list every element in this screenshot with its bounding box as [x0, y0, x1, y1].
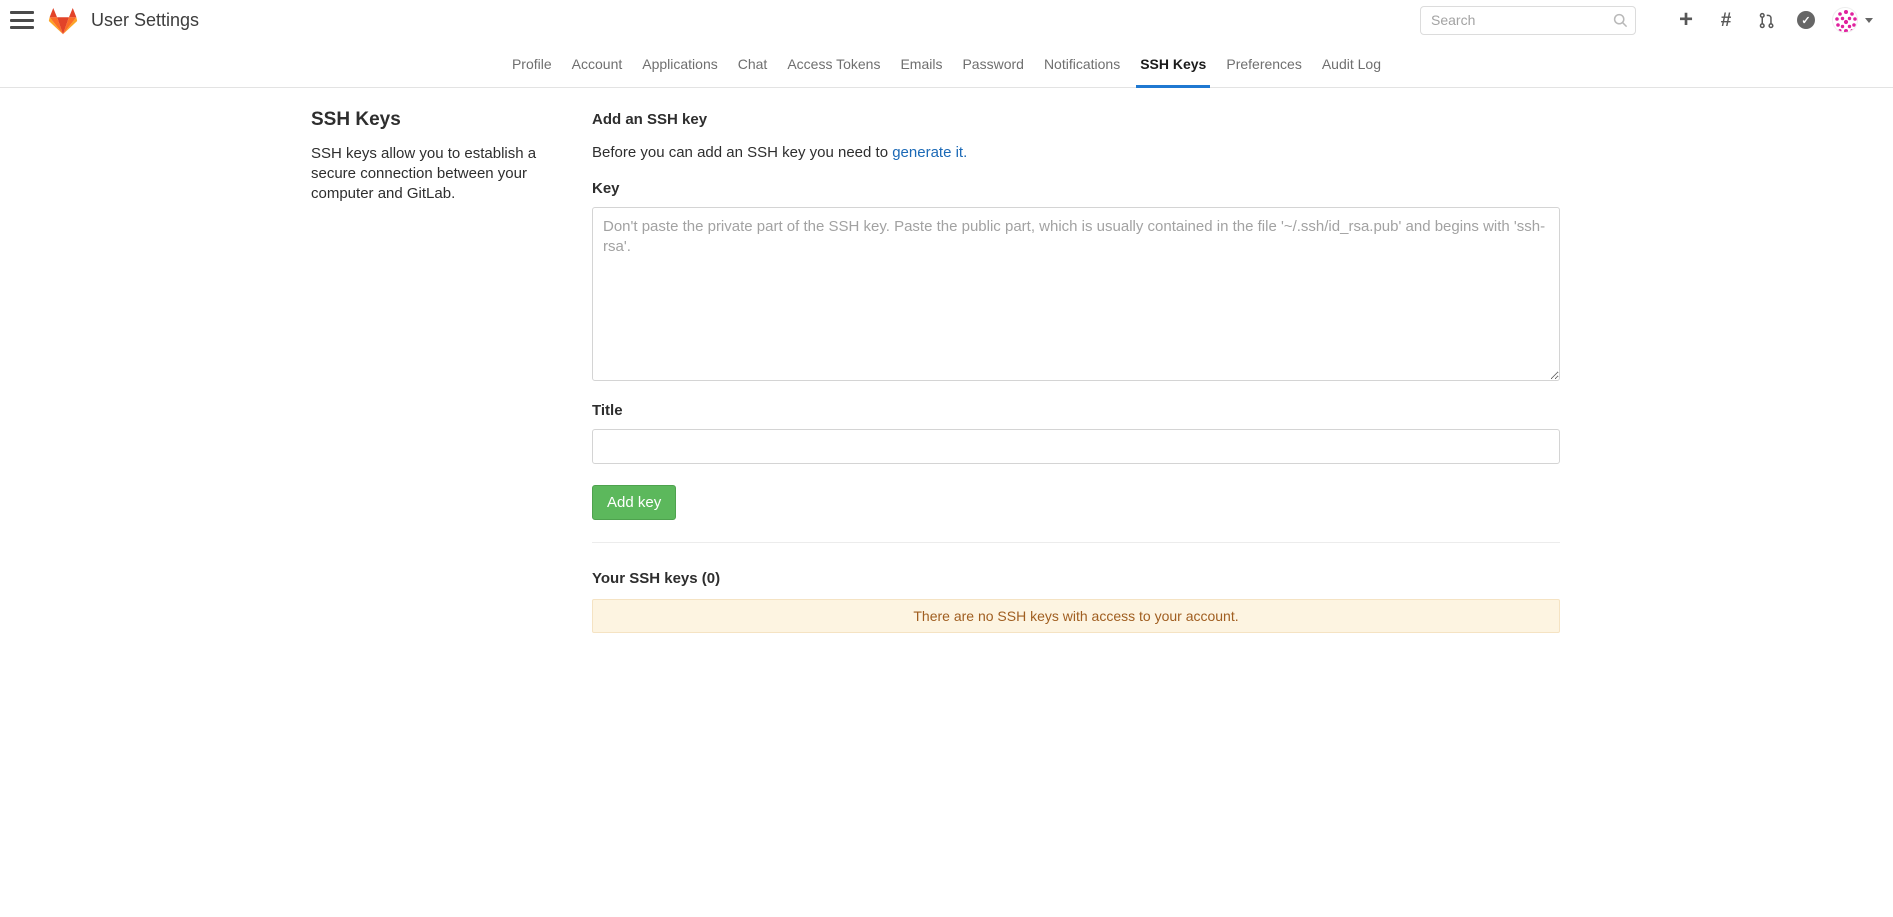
- generate-it-link[interactable]: generate it.: [892, 144, 967, 161]
- key-textarea[interactable]: [592, 207, 1560, 381]
- add-key-button[interactable]: Add key: [592, 485, 676, 520]
- tab-applications[interactable]: Applications: [632, 40, 728, 87]
- merge-request-icon[interactable]: [1746, 12, 1786, 29]
- title-field-group: Title: [592, 402, 1560, 464]
- generate-key-hint: Before you can add an SSH key you need t…: [592, 144, 1560, 161]
- key-label: Key: [592, 180, 1560, 197]
- key-field-group: Key: [592, 180, 1560, 381]
- tab-chat[interactable]: Chat: [728, 40, 778, 87]
- plus-icon[interactable]: +: [1666, 8, 1706, 32]
- settings-tabs: Profile Account Applications Chat Access…: [0, 40, 1893, 88]
- section-heading: SSH Keys: [311, 109, 561, 131]
- tab-access-tokens[interactable]: Access Tokens: [777, 40, 890, 87]
- todos-icon[interactable]: ✓: [1786, 11, 1826, 29]
- tab-notifications[interactable]: Notifications: [1034, 40, 1130, 87]
- search-box: [1420, 6, 1636, 35]
- hamburger-menu-icon[interactable]: [10, 11, 34, 29]
- tab-ssh-keys[interactable]: SSH Keys: [1130, 40, 1216, 87]
- ssh-key-form-area: Add an SSH key Before you can add an SSH…: [592, 109, 1560, 633]
- title-input[interactable]: [592, 429, 1560, 464]
- tab-password[interactable]: Password: [952, 40, 1033, 87]
- section-description-text: SSH keys allow you to establish a secure…: [311, 144, 561, 204]
- empty-keys-message: There are no SSH keys with access to you…: [592, 599, 1560, 633]
- user-menu[interactable]: [1832, 7, 1873, 33]
- check-circle-icon: ✓: [1797, 11, 1815, 29]
- section-description: SSH Keys SSH keys allow you to establish…: [311, 109, 561, 204]
- hash-icon[interactable]: #: [1706, 11, 1746, 30]
- divider: [592, 542, 1560, 543]
- tab-account[interactable]: Account: [562, 40, 633, 87]
- title-label: Title: [592, 402, 1560, 419]
- generate-key-hint-text: Before you can add an SSH key you need t…: [592, 144, 892, 161]
- search-icon: [1613, 13, 1628, 28]
- chevron-down-icon: [1865, 18, 1873, 23]
- page-title: User Settings: [91, 10, 199, 31]
- your-ssh-keys-heading: Your SSH keys (0): [592, 570, 1560, 587]
- add-ssh-key-heading: Add an SSH key: [592, 111, 1560, 128]
- tab-audit-log[interactable]: Audit Log: [1312, 40, 1391, 87]
- tab-emails[interactable]: Emails: [890, 40, 952, 87]
- settings-content: SSH Keys SSH keys allow you to establish…: [0, 88, 1893, 633]
- tab-profile[interactable]: Profile: [502, 40, 562, 87]
- gitlab-logo-icon[interactable]: [48, 6, 78, 35]
- avatar: [1832, 7, 1858, 33]
- search-input[interactable]: [1420, 6, 1636, 35]
- tab-preferences[interactable]: Preferences: [1216, 40, 1311, 87]
- top-navbar: User Settings + # ✓: [0, 0, 1893, 40]
